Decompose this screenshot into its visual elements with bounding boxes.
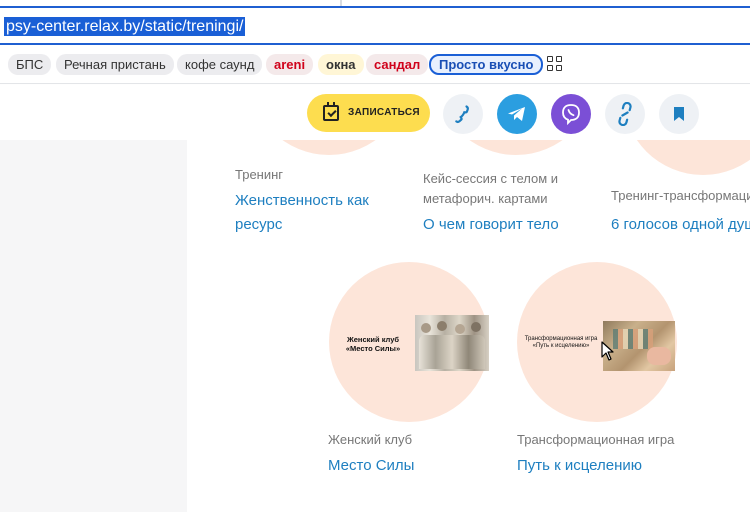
phone-icon [455, 105, 469, 123]
bookmark-okna[interactable]: окна [318, 54, 364, 75]
card-image-6-golosov[interactable] [623, 140, 750, 175]
signup-label: ЗАПИСАТЬСЯ [348, 107, 420, 118]
bookmark-bps[interactable]: БПС [8, 54, 52, 75]
card-image-o-chem-govorit-telo[interactable] [436, 140, 596, 155]
viber-button[interactable] [551, 94, 591, 134]
card-title-link[interactable]: Женственность как ресурс [235, 189, 385, 237]
viber-icon [562, 104, 580, 126]
card-category: Кейс-сессия с телом и метафорич. картами [423, 171, 559, 206]
calendar-check-icon [323, 102, 339, 121]
card-title-link[interactable]: Путь к исцелению [517, 454, 642, 478]
bookmark-rechnaya-pristan[interactable]: Речная пристань [56, 54, 174, 75]
signup-button[interactable]: ЗАПИСАТЬСЯ [307, 94, 430, 132]
card-category: Трансформационная игра [517, 432, 675, 447]
telegram-button[interactable] [497, 94, 537, 134]
bookmark-areni[interactable]: areni [266, 54, 314, 75]
poster-text: Трансформационная игра «Путь к исцелению… [524, 336, 598, 349]
grid-icon[interactable] [547, 56, 563, 72]
link-icon [618, 102, 632, 126]
card-category: Тренинг [235, 167, 284, 182]
bookmarks-bar: БПС Речная пристань кофе саунд areni окн… [0, 47, 750, 84]
poster-put-k-isceleniyu: Трансформационная игра «Путь к исцелению… [517, 321, 677, 371]
bookmark-icon [674, 107, 684, 121]
bookmark-kofe-saund[interactable]: кофе саунд [177, 54, 263, 75]
card-title-link[interactable]: 6 голосов одной души [611, 213, 750, 237]
telegram-icon [508, 107, 525, 121]
address-bar[interactable]: psy-center.relax.by/static/treningi/ [0, 6, 750, 45]
bookmark-prosto-vkusno[interactable]: Просто вкусно [429, 54, 544, 75]
card-category: Женский клуб [328, 432, 413, 447]
content-area: Тренинг Женственность как ресурс Кейс-се… [187, 140, 750, 512]
poster-mesto-sily: Женский клуб «Место Силы» [329, 315, 489, 371]
poster-photo [415, 315, 489, 371]
card-category: Тренинг-трансформация [611, 188, 750, 203]
left-sidebar [0, 140, 187, 512]
link-button[interactable] [605, 94, 645, 134]
card-title-link[interactable]: Место Силы [328, 454, 414, 478]
bookmark-sandal[interactable]: сандал [366, 54, 429, 75]
card-image-zhenstvennost[interactable] [249, 140, 409, 155]
mouse-cursor-icon [601, 341, 614, 361]
bookmark-button[interactable] [659, 94, 699, 134]
phone-button[interactable] [443, 94, 483, 134]
url-text[interactable]: psy-center.relax.by/static/treningi/ [4, 17, 246, 36]
poster-text: Женский клуб «Место Силы» [345, 335, 401, 353]
card-title-link[interactable]: О чем говорит тело [423, 213, 559, 237]
